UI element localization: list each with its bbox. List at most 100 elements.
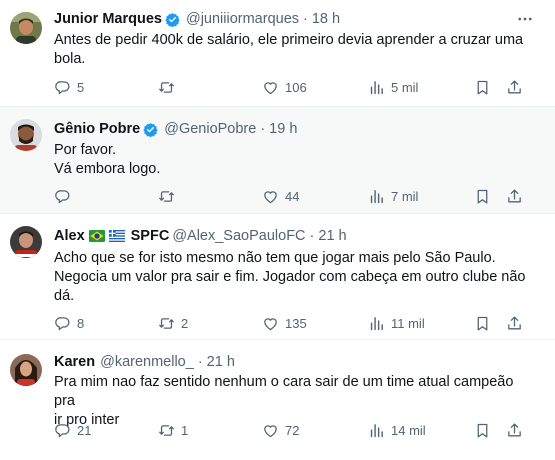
action-bar: 44 7 mil [54, 186, 524, 206]
bookmark-icon [474, 315, 491, 332]
display-name[interactable]: Alex [54, 228, 85, 244]
bookmark-icon [474, 422, 491, 439]
retweet-button[interactable]: 2 [158, 313, 188, 333]
like-button[interactable]: 72 [262, 420, 299, 440]
greece-flag-icon [108, 230, 125, 242]
reply-icon [54, 79, 71, 96]
separator: · [260, 121, 266, 137]
action-bar: 8 2 135 11 mil [54, 313, 524, 333]
display-name[interactable]: Gênio Pobre [54, 121, 140, 137]
like-icon [262, 315, 279, 332]
user-handle[interactable]: @Alex_SaoPauloFC [172, 228, 305, 244]
like-count: 106 [285, 79, 307, 95]
reply-count: 21 [77, 422, 92, 438]
tweet-alex[interactable]: Alex SPFC @Alex_SaoPauloFC · 21 h Acho q… [0, 214, 555, 340]
view-count: 11 mil [391, 315, 425, 331]
views-button[interactable]: 14 mil [368, 420, 426, 440]
like-icon [262, 79, 279, 96]
display-name[interactable]: Junior Marques [54, 11, 162, 27]
reply-button[interactable]: 21 [54, 420, 91, 440]
tweet-text: Antes de pedir 400k de salário, ele prim… [54, 31, 533, 69]
like-button[interactable]: 135 [262, 313, 307, 333]
views-icon [368, 79, 385, 96]
bookmark-button[interactable] [474, 313, 491, 333]
timestamp[interactable]: 18 h [312, 11, 340, 27]
tweet-genio-pobre[interactable]: Gênio Pobre @GenioPobre · 19 h Por favor… [0, 107, 555, 214]
reply-icon [54, 422, 71, 439]
tweet-text-line: Acho que se for isto mesmo não tem que j… [54, 250, 496, 266]
tweet-text-line: Por favor. [54, 142, 117, 158]
tweet-header: Gênio Pobre @GenioPobre · 19 h [54, 119, 515, 139]
retweet-icon [158, 315, 175, 332]
like-count: 44 [285, 188, 300, 204]
bookmark-button[interactable] [474, 420, 491, 440]
display-name[interactable]: Karen [54, 354, 95, 370]
retweet-icon [158, 188, 175, 205]
like-button[interactable]: 106 [262, 77, 307, 97]
tweet-header: Alex SPFC @Alex_SaoPauloFC · 21 h [54, 226, 515, 246]
share-button[interactable] [506, 420, 523, 440]
like-count: 135 [285, 315, 307, 331]
retweet-button[interactable]: 1 [158, 420, 188, 440]
share-button[interactable] [506, 77, 523, 97]
avatar[interactable] [10, 226, 42, 258]
bookmark-button[interactable] [474, 77, 491, 97]
retweet-button[interactable] [158, 186, 181, 206]
separator: · [309, 228, 315, 244]
views-button[interactable]: 7 mil [368, 186, 418, 206]
tweet-text: Acho que se for isto mesmo não tem que j… [54, 249, 533, 306]
share-button[interactable] [506, 313, 523, 333]
bookmark-icon [474, 188, 491, 205]
view-count: 14 mil [391, 422, 426, 438]
retweet-icon [158, 422, 175, 439]
like-icon [262, 422, 279, 439]
views-icon [368, 315, 385, 332]
tweet-text-line: Negocia um valor pra sair e fim. Jogador… [54, 269, 526, 285]
tweet-text: Por favor. Vá embora logo. [54, 141, 533, 179]
share-button[interactable] [506, 186, 523, 206]
like-button[interactable]: 44 [262, 186, 299, 206]
share-icon [506, 422, 523, 439]
tweet-header: Karen @karenmello_ · 21 h [54, 352, 515, 372]
views-button[interactable]: 11 mil [368, 313, 425, 333]
share-icon [506, 315, 523, 332]
tweet-text-line: bola. [54, 51, 86, 67]
share-icon [506, 188, 523, 205]
timestamp[interactable]: 21 h [207, 354, 235, 370]
timestamp[interactable]: 19 h [269, 121, 297, 137]
views-icon [368, 422, 385, 439]
views-icon [368, 188, 385, 205]
reply-icon [54, 315, 71, 332]
tweet-text-line: Antes de pedir 400k de salário, ele prim… [54, 32, 524, 48]
retweet-button[interactable] [158, 77, 181, 97]
user-handle[interactable]: @karenmello_ [100, 354, 194, 370]
tweet-junior-marques[interactable]: Junior Marques @juniiiormarques · 18 h A… [0, 0, 555, 107]
bookmark-icon [474, 79, 491, 96]
display-name-suffix[interactable]: SPFC [131, 228, 170, 244]
bookmark-button[interactable] [474, 186, 491, 206]
avatar[interactable] [10, 354, 42, 386]
like-icon [262, 188, 279, 205]
reply-button[interactable]: 5 [54, 77, 84, 97]
avatar[interactable] [10, 119, 42, 151]
retweet-count: 2 [181, 315, 189, 331]
reply-button[interactable]: 8 [54, 313, 84, 333]
reply-count: 5 [77, 79, 85, 95]
retweet-icon [158, 79, 175, 96]
action-bar: 21 1 72 14 mil [54, 420, 524, 440]
separator: · [303, 11, 308, 27]
reply-button[interactable] [54, 186, 77, 206]
tweet-header: Junior Marques @juniiiormarques · 18 h [54, 9, 515, 29]
avatar[interactable] [10, 12, 42, 44]
timestamp[interactable]: 21 h [318, 228, 346, 244]
like-count: 72 [285, 422, 300, 438]
user-handle[interactable]: @juniiiormarques [186, 11, 299, 27]
reply-icon [54, 188, 71, 205]
tweet-text-line: Pra mim nao faz sentido nenhum o cara sa… [54, 374, 514, 409]
more-options-button[interactable] [515, 9, 535, 29]
verified-badge-icon [165, 12, 180, 27]
tweet-text-line: dá. [54, 288, 75, 304]
tweet-karen[interactable]: Karen @karenmello_ · 21 h Pra mim nao fa… [0, 340, 555, 460]
views-button[interactable]: 5 mil [368, 77, 418, 97]
user-handle[interactable]: @GenioPobre [164, 121, 256, 137]
